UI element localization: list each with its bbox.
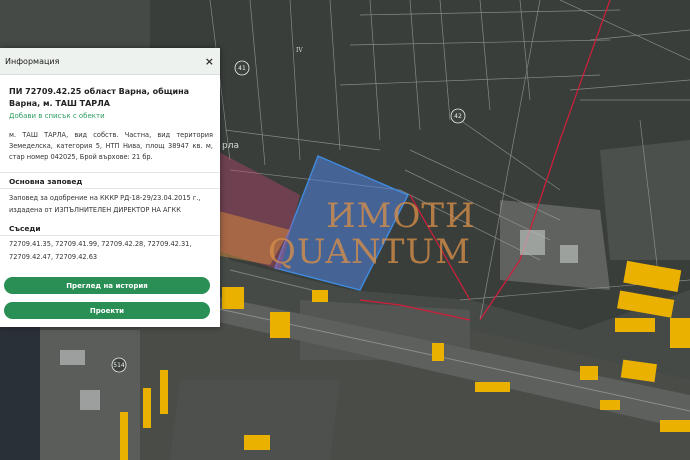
divider xyxy=(0,188,220,189)
parcel-description: м. ТАШ ТАРЛА, вид собств. Частна, вид те… xyxy=(9,131,213,162)
add-to-list-link[interactable]: Добави в списък с обекти xyxy=(9,112,105,120)
history-button[interactable]: Преглед на история xyxy=(4,277,210,294)
info-panel-title: Информация xyxy=(5,56,60,66)
projects-button[interactable]: Проекти xyxy=(4,302,210,319)
info-panel: Информация × ПИ 72709.42.25 област Варна… xyxy=(0,48,220,327)
road-label-514: 514 xyxy=(113,362,125,369)
divider xyxy=(0,172,220,173)
sector-label: IV xyxy=(296,47,303,54)
parcel-title: ПИ 72709.42.25 област Варна, община Варн… xyxy=(9,87,190,108)
watermark-line1: ИМОТИ xyxy=(326,196,476,236)
close-icon[interactable]: × xyxy=(205,56,214,67)
neighbors-list: 72709.41.35, 72709.41.99, 72709.42.28, 7… xyxy=(9,240,192,261)
order-heading: Основна заповед xyxy=(9,177,83,186)
info-panel-header: Информация × xyxy=(0,48,220,75)
watermark-line2: QUANTUM xyxy=(268,232,471,272)
road-label-41: 41 xyxy=(238,65,246,72)
street-label: рла xyxy=(222,141,239,151)
divider xyxy=(0,235,220,236)
order-text: Заповед за одобрение на КККР РД-18-29/23… xyxy=(9,194,201,214)
road-label-42: 42 xyxy=(454,113,462,120)
neighbors-heading: Съседи xyxy=(9,224,41,233)
